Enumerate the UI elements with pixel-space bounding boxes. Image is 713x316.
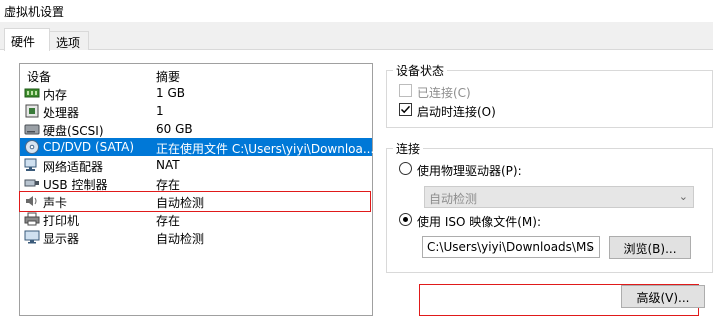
processor-icon (24, 104, 40, 118)
physical-drive-radio-dot[interactable] (399, 162, 412, 175)
device-name: 显示器 (43, 232, 80, 246)
physical-drive-label: 使用物理驱动器(P): (417, 164, 522, 178)
settings-content: 设备 摘要 内存 1 GB 处理器 1 硬盘(SCSI) 60 GB CD/DV… (0, 50, 713, 316)
iso-image-label: 使用 ISO 映像文件(M): (417, 215, 541, 229)
hard-disk-icon (24, 122, 40, 136)
sound-card-icon (24, 194, 40, 208)
physical-drive-select-value: 自动检测 (429, 192, 478, 206)
header-summary[interactable]: 摘要 (156, 68, 180, 85)
iso-image-radio-dot[interactable] (399, 213, 412, 226)
display-icon (24, 230, 40, 244)
device-status-group: 设备状态 已连接(C) 启动时连接(O) (386, 62, 713, 128)
tab-hardware[interactable]: 硬件 (4, 28, 50, 51)
window-title: 虚拟机设置 (4, 5, 65, 19)
printer-icon (24, 212, 40, 226)
device-name: 打印机 (43, 214, 80, 228)
usb-icon (24, 176, 40, 190)
connected-checkbox-box[interactable] (399, 84, 412, 97)
device-name: CD/DVD (SATA) (43, 140, 135, 154)
tab-options[interactable]: 选项 (49, 31, 89, 51)
iso-path-value: C:\Users\yiyi\Downloads\MS (427, 240, 594, 254)
device-summary: 自动检测 (156, 196, 205, 210)
title-bar: 虚拟机设置 (0, 0, 713, 22)
device-summary: 存在 (156, 178, 181, 192)
device-list[interactable]: 设备 摘要 内存 1 GB 处理器 1 硬盘(SCSI) 60 GB CD/DV… (19, 63, 375, 316)
device-row-display[interactable]: 显示器 自动检测 (20, 228, 372, 246)
device-summary: 1 (156, 104, 164, 118)
tab-bar: 硬件 选项 (0, 28, 713, 51)
memory-icon (24, 86, 40, 100)
device-row-network-adapter[interactable]: 网络适配器 NAT (20, 156, 372, 174)
chevron-down-icon[interactable]: ⌄ (585, 240, 594, 253)
device-summary: 60 GB (156, 122, 193, 136)
advanced-button[interactable]: 高级(V)... (621, 285, 705, 308)
header-device[interactable]: 设备 (27, 68, 51, 85)
device-summary: NAT (156, 158, 180, 172)
device-summary: 正在使用文件 C:\Users\yiyi\Downloa... (156, 142, 375, 156)
cd-dvd-icon (24, 140, 40, 154)
device-status-label: 设备状态 (393, 62, 448, 79)
connected-checkbox-label: 已连接(C) (417, 86, 471, 100)
physical-drive-select: 自动检测 ⌄ (424, 186, 694, 208)
device-summary: 自动检测 (156, 232, 205, 246)
device-name: 内存 (43, 88, 68, 102)
device-row-sound-card[interactable]: 声卡 自动检测 (20, 192, 372, 210)
browse-button[interactable]: 浏览(B)... (609, 236, 691, 259)
device-summary: 1 GB (156, 86, 185, 100)
device-summary: 存在 (156, 214, 181, 228)
device-list-header: 设备 摘要 (20, 64, 372, 84)
device-row-printer[interactable]: 打印机 存在 (20, 210, 372, 228)
connect-at-power-on-box[interactable] (399, 103, 412, 116)
device-name: 网络适配器 (43, 160, 104, 174)
device-row-memory[interactable]: 内存 1 GB (20, 84, 372, 102)
device-row-processor[interactable]: 处理器 1 (20, 102, 372, 120)
device-name: 硬盘(SCSI) (43, 124, 104, 138)
device-name: USB 控制器 (43, 178, 108, 192)
chevron-down-icon: ⌄ (678, 190, 688, 203)
connection-label: 连接 (393, 140, 424, 157)
device-row-cd-dvd[interactable]: CD/DVD (SATA) 正在使用文件 C:\Users\yiyi\Downl… (20, 138, 375, 156)
iso-path-combo[interactable]: C:\Users\yiyi\Downloads\MS ⌄ (422, 236, 600, 258)
network-adapter-icon (24, 158, 40, 172)
device-row-hard-disk[interactable]: 硬盘(SCSI) 60 GB (20, 120, 372, 138)
device-name: 声卡 (43, 196, 68, 210)
device-name: 处理器 (43, 106, 80, 120)
device-row-usb-controller[interactable]: USB 控制器 存在 (20, 174, 372, 192)
connect-at-power-on-label: 启动时连接(O) (417, 105, 496, 119)
